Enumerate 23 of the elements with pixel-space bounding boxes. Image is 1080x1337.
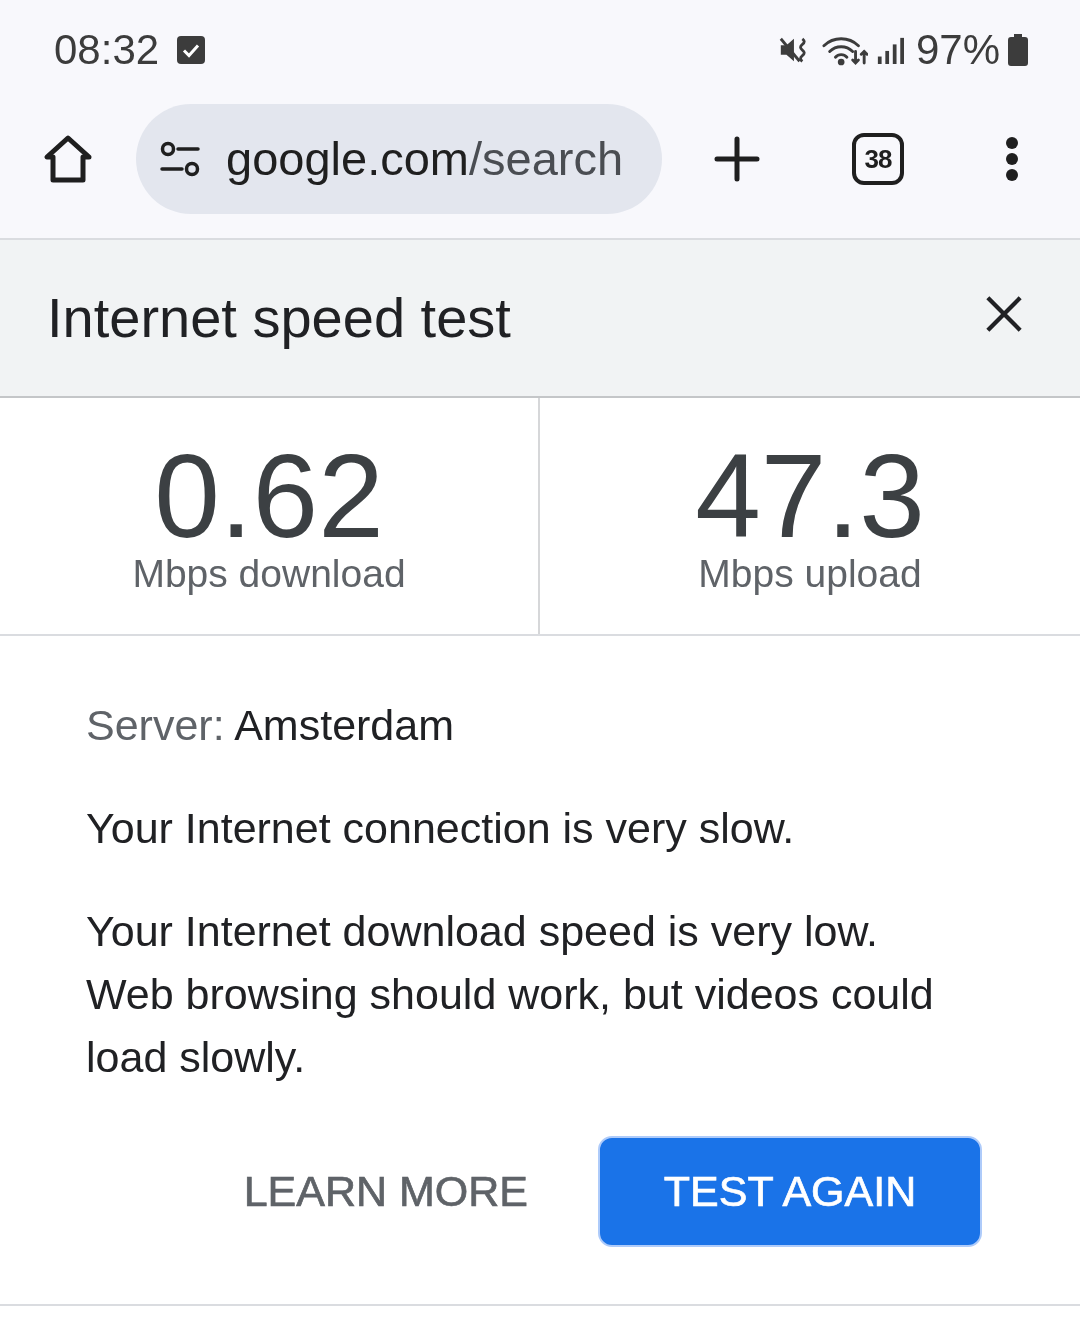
url-host: google.com: [226, 131, 469, 185]
server-label: Server:: [86, 701, 225, 749]
url-path: /search: [469, 131, 624, 185]
address-bar[interactable]: google.com/search: [136, 104, 662, 214]
link-button[interactable]: LEARN MORE: [219, 1136, 552, 1247]
panel-title: Internet speed test: [47, 285, 511, 352]
menu-icon[interactable]: [1005, 136, 1019, 182]
battery-icon: [1008, 34, 1028, 66]
primary-button[interactable]: TEST AGAIN: [598, 1136, 982, 1247]
status-message: Your Internet connection is very slow.: [86, 803, 796, 854]
muted-speaker-icon: [777, 35, 808, 65]
signal-icon: [875, 36, 904, 64]
home-icon[interactable]: [42, 133, 94, 185]
close-icon[interactable]: [985, 295, 1023, 333]
plus-icon[interactable]: [714, 136, 760, 182]
checkbox-icon: [177, 36, 206, 64]
clock-time: 08:32: [54, 29, 160, 71]
server-name: Amsterdam: [234, 701, 455, 749]
battery-percent: 97%: [915, 29, 1000, 71]
tab-switcher-button[interactable]: 38: [852, 133, 904, 185]
sliders-icon[interactable]: [160, 141, 200, 177]
status-message: Your Internet download speed is very low. Web browsing should work, but videos could load slowly.: [86, 906, 935, 1083]
wifi-icon: [821, 34, 868, 66]
